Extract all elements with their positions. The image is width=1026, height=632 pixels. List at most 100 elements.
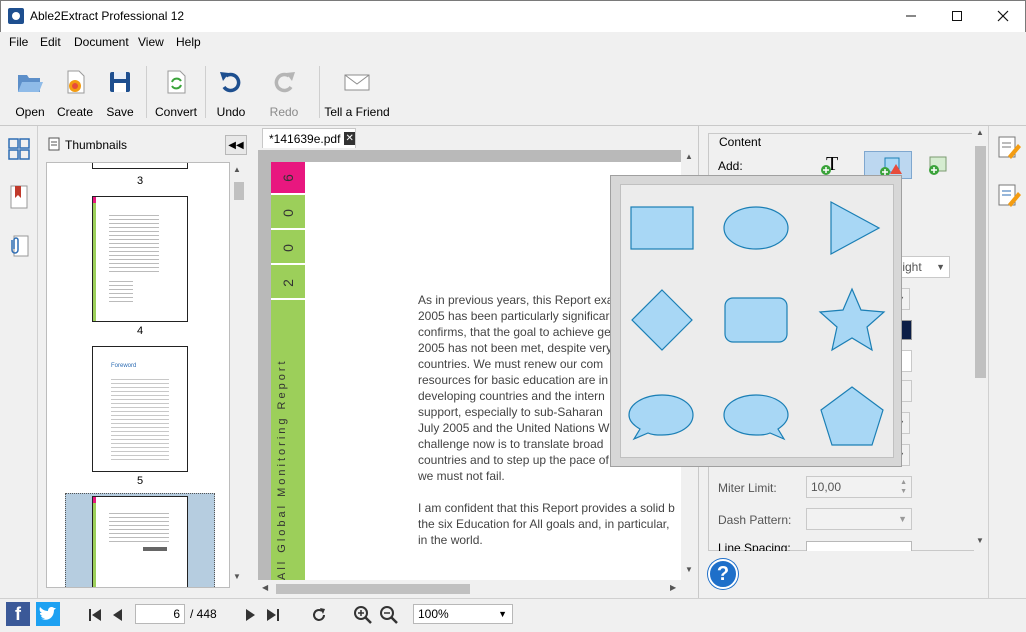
redo-icon	[274, 72, 295, 93]
save-disk-icon	[110, 72, 130, 92]
scroll-up-icon[interactable]: ▲	[685, 152, 693, 161]
thumbnails-scrollbar[interactable]: ▲ ▼	[230, 162, 246, 586]
content-section-title: Content	[716, 135, 765, 149]
chevron-down-icon: ▼	[498, 609, 507, 619]
toolbar-separator	[319, 66, 320, 118]
miter-limit-input[interactable]: 10,00 ▲ ▼	[806, 476, 912, 498]
tab-close-icon[interactable]: ✕	[344, 132, 355, 145]
window-title: Able2Extract Professional 12	[30, 9, 185, 23]
help-button[interactable]: ?	[708, 559, 738, 589]
zoom-out-icon	[380, 606, 398, 624]
scrollbar-thumb[interactable]	[276, 584, 470, 594]
last-page-button[interactable]	[262, 604, 284, 626]
maximize-button[interactable]	[934, 0, 980, 31]
previous-page-button[interactable]	[106, 604, 128, 626]
thumbnail-page-3[interactable]	[92, 163, 188, 169]
edit-panel-button[interactable]	[996, 134, 1022, 162]
convert-button[interactable]: Convert	[154, 62, 198, 124]
menu-view[interactable]: View	[138, 35, 164, 49]
menu-help[interactable]: Help	[176, 35, 201, 49]
thumbnail-number: 3	[136, 175, 144, 187]
band-digit: 2	[271, 267, 305, 300]
star-shape-option[interactable]	[817, 285, 887, 355]
ellipse-shape-option[interactable]	[721, 193, 791, 263]
speech-bubble-right-shape-option[interactable]	[721, 381, 791, 451]
bookmarks-button[interactable]	[4, 182, 34, 212]
current-page-input[interactable]: 6	[135, 604, 185, 624]
toolbar-separator	[146, 66, 147, 118]
twitter-button[interactable]	[36, 602, 60, 626]
triangle-shape-option[interactable]	[817, 193, 887, 263]
thumbnail-number: 5	[136, 475, 144, 487]
previous-page-icon	[113, 609, 122, 621]
attachments-button[interactable]	[4, 230, 34, 260]
document-tab[interactable]: *141639e.pdf ✕	[262, 128, 356, 148]
diamond-shape-option[interactable]	[627, 285, 697, 355]
menu-file[interactable]: File	[9, 35, 28, 49]
thumbnail-page-5[interactable]: Foreword	[92, 346, 188, 472]
undo-button[interactable]: Undo	[214, 62, 248, 124]
properties-scrollbar[interactable]: ▲ ▼	[972, 126, 988, 550]
band-digit: 6	[271, 162, 305, 195]
shape-picker-grid	[620, 184, 894, 458]
chevron-down-icon: ▼	[936, 262, 945, 272]
new-document-icon	[67, 70, 85, 94]
redo-button[interactable]: Redo	[268, 62, 300, 124]
edit-document-icon	[998, 136, 1021, 159]
toolbar-separator	[205, 66, 206, 118]
facebook-icon: f	[15, 603, 21, 624]
grid-icon	[8, 138, 30, 160]
folder-open-icon	[18, 75, 43, 92]
document-horizontal-scrollbar[interactable]: ◀ ▶	[258, 580, 698, 598]
miter-limit-label: Miter Limit:	[718, 481, 777, 495]
thumbnail-page-4[interactable]	[92, 196, 188, 322]
close-icon	[997, 10, 1009, 21]
line-spacing-select[interactable]	[806, 541, 912, 551]
facebook-button[interactable]: f	[6, 602, 30, 626]
document-tab-label: *141639e.pdf	[269, 131, 341, 146]
next-page-icon	[246, 609, 255, 621]
minimize-button[interactable]	[888, 0, 934, 31]
tell-a-friend-button[interactable]: Tell a Friend	[324, 62, 390, 124]
edit-document-icon	[998, 184, 1021, 207]
scroll-left-icon[interactable]: ◀	[262, 583, 268, 592]
pentagon-shape-option[interactable]	[817, 381, 887, 451]
scrollbar-thumb[interactable]	[234, 182, 244, 200]
collapse-panel-button[interactable]: ◀◀	[225, 135, 247, 155]
rectangle-shape-option[interactable]	[627, 193, 697, 263]
rotate-icon	[313, 608, 325, 621]
save-button[interactable]: Save	[104, 62, 136, 124]
dash-pattern-select[interactable]: ▼	[806, 508, 912, 530]
scroll-down-icon[interactable]: ▼	[685, 565, 693, 574]
rounded-rectangle-shape-option[interactable]	[721, 285, 791, 355]
band-digit: 0	[271, 232, 305, 265]
scroll-up-icon[interactable]: ▲	[976, 128, 984, 137]
page-grid-button[interactable]	[4, 134, 34, 164]
add-image-button[interactable]	[924, 152, 950, 178]
edit-panel-button-2[interactable]	[996, 182, 1022, 210]
rotate-button[interactable]	[308, 604, 330, 626]
speech-bubble-shape-option[interactable]	[627, 381, 697, 451]
zoom-in-button[interactable]	[352, 604, 374, 626]
scroll-right-icon[interactable]: ▶	[670, 583, 676, 592]
first-page-icon	[89, 609, 101, 621]
next-page-button[interactable]	[240, 604, 262, 626]
zoom-level-select[interactable]: 100% ▼	[413, 604, 513, 624]
thumbnail-list[interactable]: 3 4 Foreword 5	[46, 162, 230, 588]
menu-document[interactable]: Document	[74, 35, 129, 49]
dash-pattern-label: Dash Pattern:	[718, 513, 792, 527]
zoom-out-button[interactable]	[378, 604, 400, 626]
thumbnail-page-6[interactable]	[92, 496, 188, 587]
add-image-icon	[929, 156, 947, 175]
convert-icon	[167, 70, 186, 94]
scrollbar-thumb[interactable]	[975, 146, 986, 378]
create-button[interactable]: Create	[56, 62, 94, 124]
first-page-button[interactable]	[84, 604, 106, 626]
chevron-down-icon: ▼	[898, 514, 907, 524]
close-button[interactable]	[980, 0, 1026, 31]
scroll-down-icon[interactable]: ▼	[976, 536, 984, 545]
scroll-down-icon[interactable]: ▼	[233, 572, 241, 581]
open-button[interactable]: Open	[12, 62, 48, 124]
menu-edit[interactable]: Edit	[40, 35, 61, 49]
scroll-up-icon[interactable]: ▲	[233, 165, 241, 174]
